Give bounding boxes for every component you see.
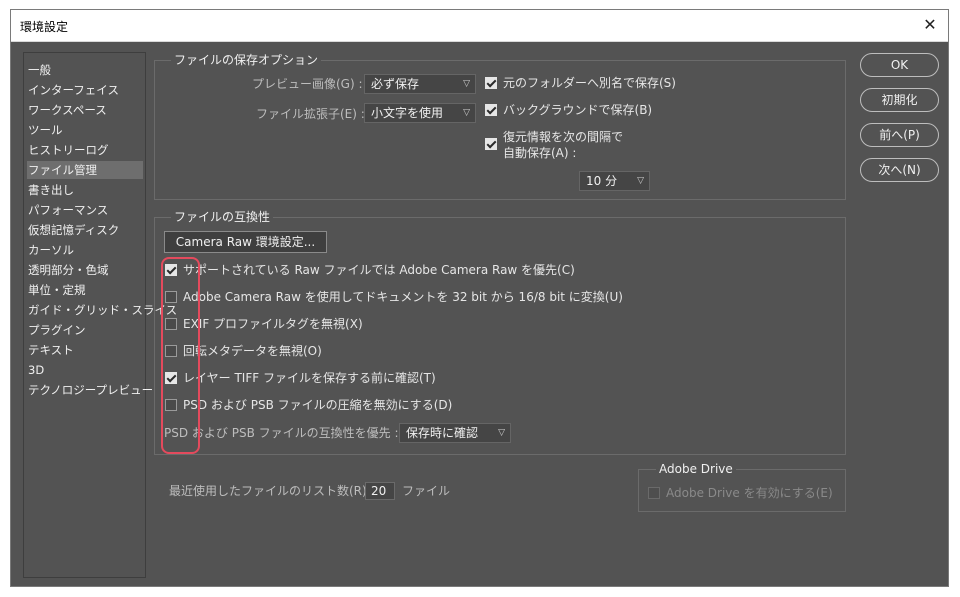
sidebar-item-cursors[interactable]: カーソル <box>27 241 143 259</box>
save-background-label: バックグラウンドで保存(B) <box>503 103 653 117</box>
sidebar-item-file-handling[interactable]: ファイル管理 <box>27 161 143 179</box>
annotation-highlight <box>161 257 200 454</box>
chevron-down-icon: ▽ <box>463 108 470 118</box>
maximize-compat-select[interactable]: 保存時に確認 ▽ <box>399 423 511 443</box>
category-list: 一般 インターフェイス ワークスペース ツール ヒストリーログ ファイル管理 書… <box>23 52 177 578</box>
extension-label: ファイル拡張子(E) : <box>256 107 365 121</box>
save-options-title: ファイルの保存オプション <box>171 53 322 67</box>
autosave-interval-select[interactable]: 10 分 ▽ <box>579 171 650 191</box>
sidebar-item-scratch-disks[interactable]: 仮想記憶ディスク <box>27 221 143 239</box>
maximize-compat-value: 保存時に確認 <box>406 426 479 440</box>
ignore-exif-label: EXIF プロファイルタグを無視(X) <box>183 317 363 331</box>
extension-select-value: 小文字を使用 <box>371 106 444 120</box>
adobe-drive-label: Adobe Drive を有効にする(E) <box>666 486 833 500</box>
reset-button[interactable]: 初期化 <box>860 88 939 112</box>
sidebar-item-tools[interactable]: ツール <box>27 121 143 139</box>
sidebar-item-guides[interactable]: ガイド・グリッド・スライス <box>27 301 177 319</box>
compat-title: ファイルの互換性 <box>171 210 274 224</box>
preferences-dialog: 環境設定 ✕ 一般 インターフェイス ワークスペース ツール ヒストリーログ フ… <box>10 9 949 587</box>
close-icon[interactable]: ✕ <box>916 13 944 37</box>
chevron-down-icon: ▽ <box>463 79 470 89</box>
title-bar: 環境設定 ✕ <box>11 10 948 42</box>
sidebar-item-3d[interactable]: 3D <box>27 361 143 379</box>
preview-select[interactable]: 必ず保存 ▽ <box>364 74 476 94</box>
recent-files-label: 最近使用したファイルのリスト数(R) : <box>169 484 375 498</box>
autosave-label-line2: 自動保存(A) : <box>503 146 577 160</box>
acr-convert-label: Adobe Camera Raw を使用してドキュメントを 32 bit から … <box>183 290 623 304</box>
sidebar-item-transparency[interactable]: 透明部分・色域 <box>27 261 143 279</box>
chevron-down-icon: ▽ <box>637 176 644 186</box>
preview-label: プレビュー画像(G) : <box>252 77 363 91</box>
adobe-drive-title: Adobe Drive <box>656 462 736 476</box>
disable-compression-label: PSD および PSB ファイルの圧縮を無効にする(D) <box>183 398 453 412</box>
recent-files-unit: ファイル <box>402 484 451 498</box>
sidebar-item-general[interactable]: 一般 <box>27 61 143 79</box>
sidebar-item-performance[interactable]: パフォーマンス <box>27 201 143 219</box>
preview-select-value: 必ず保存 <box>371 77 420 91</box>
sidebar-item-history-log[interactable]: ヒストリーログ <box>27 141 143 159</box>
extension-select[interactable]: 小文字を使用 ▽ <box>364 103 476 123</box>
autosave-label-line1: 復元情報を次の間隔で <box>503 130 624 144</box>
save-background-checkbox[interactable] <box>485 104 497 116</box>
ask-layered-tiff-label: レイヤー TIFF ファイルを保存する前に確認(T) <box>183 371 436 385</box>
ignore-rotation-label: 回転メタデータを無視(O) <box>183 344 322 358</box>
chevron-down-icon: ▽ <box>498 428 505 438</box>
autosave-checkbox[interactable] <box>485 138 497 150</box>
sidebar-item-export[interactable]: 書き出し <box>27 181 143 199</box>
autosave-interval-value: 10 分 <box>586 174 618 188</box>
prefer-acr-label: サポートされている Raw ファイルでは Adobe Camera Raw を優… <box>183 263 575 277</box>
sidebar-item-tech-previews[interactable]: テクノロジープレビュー <box>27 381 153 399</box>
sidebar-item-plugins[interactable]: プラグイン <box>27 321 143 339</box>
recent-files-input[interactable]: 20 <box>365 482 395 500</box>
save-alongside-label: 元のフォルダーへ別名で保存(S) <box>503 76 676 90</box>
save-alongside-checkbox[interactable] <box>485 77 497 89</box>
sidebar-item-interface[interactable]: インターフェイス <box>27 81 143 99</box>
sidebar-item-units[interactable]: 単位・定規 <box>27 281 143 299</box>
adobe-drive-checkbox[interactable] <box>648 487 660 499</box>
sidebar-item-workspace[interactable]: ワークスペース <box>27 101 143 119</box>
sidebar-item-type[interactable]: テキスト <box>27 341 143 359</box>
prev-button[interactable]: 前へ(P) <box>860 123 939 147</box>
ok-button[interactable]: OK <box>860 53 939 77</box>
camera-raw-prefs-button[interactable]: Camera Raw 環境設定... <box>164 231 327 253</box>
next-button[interactable]: 次へ(N) <box>860 158 939 182</box>
window-title: 環境設定 <box>20 20 69 34</box>
